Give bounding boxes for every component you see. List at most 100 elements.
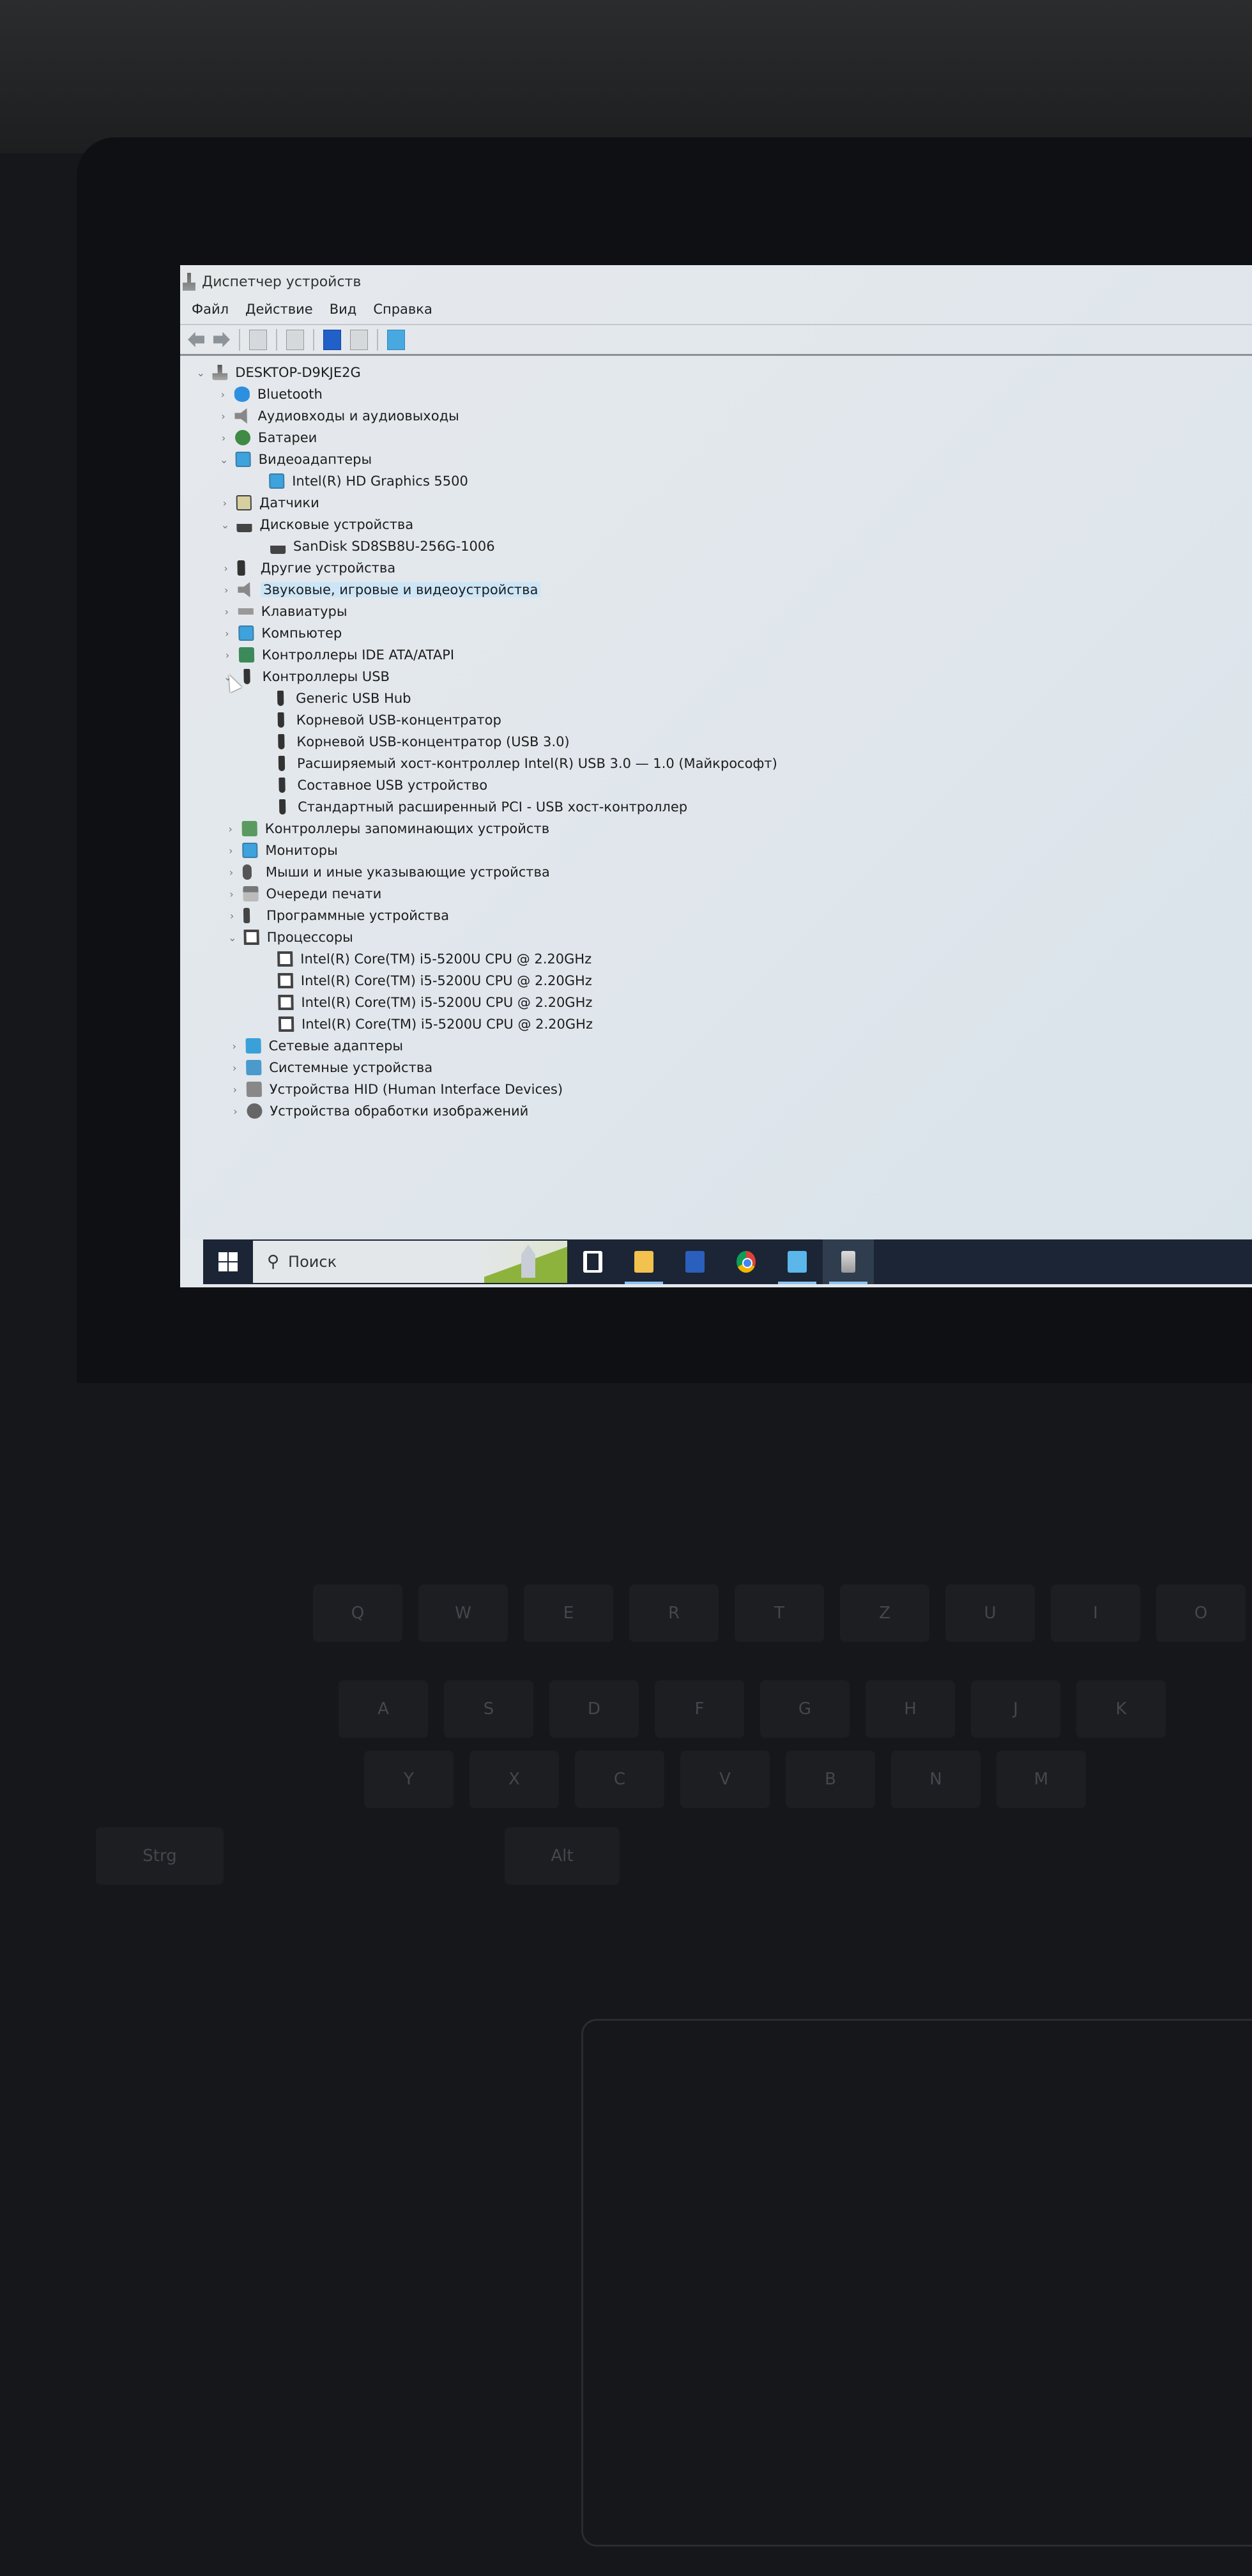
- chevron-right-icon[interactable]: ›: [228, 1062, 241, 1074]
- tree-category[interactable]: › Другие устройства: [219, 558, 395, 578]
- audio-icon: [234, 408, 250, 424]
- tree-category[interactable]: › Контроллеры IDE ATA/ATAPI: [221, 645, 455, 665]
- chevron-right-icon[interactable]: ›: [225, 888, 238, 900]
- back-arrow-icon[interactable]: [188, 332, 204, 348]
- tree-item-label: Составное USB устройство: [297, 778, 488, 793]
- tree-category[interactable]: › Компьютер: [220, 623, 342, 643]
- search-icon: ⚲: [267, 1252, 280, 1271]
- keyboard-key: F: [655, 1680, 744, 1738]
- tree-device[interactable]: Составное USB устройство: [248, 775, 487, 795]
- chevron-down-icon[interactable]: ⌄: [218, 519, 231, 531]
- tree-device[interactable]: Intel(R) Core(TM) i5-5200U CPU @ 2.20GHz: [252, 992, 593, 1013]
- chevron-down-icon[interactable]: ⌄: [226, 931, 239, 944]
- chevron-right-icon[interactable]: ›: [229, 1084, 241, 1096]
- tree-device[interactable]: Корневой USB-концентратор: [247, 710, 501, 730]
- tree-category[interactable]: › Очереди печати: [225, 884, 381, 904]
- tree-category[interactable]: ⌄ Контроллеры USB: [221, 666, 390, 687]
- chevron-right-icon[interactable]: ›: [220, 584, 233, 596]
- properties-icon[interactable]: [286, 329, 304, 350]
- chevron-right-icon[interactable]: ›: [225, 866, 238, 878]
- tree-category[interactable]: › Батареи: [217, 427, 317, 448]
- taskbar: ⚲ Поиск: [203, 1239, 1252, 1284]
- keyboard-key: Z: [840, 1584, 929, 1642]
- tree-category[interactable]: ⌄ Видеоадаптеры: [217, 449, 372, 470]
- taskbar-task-view-button[interactable]: [567, 1239, 618, 1284]
- tree-category[interactable]: › Мониторы: [224, 840, 338, 861]
- tree-device[interactable]: Стандартный расширенный PCI - USB хост-к…: [249, 797, 687, 817]
- scan-hardware-icon[interactable]: [387, 329, 405, 350]
- tree-device[interactable]: Generic USB Hub: [247, 688, 411, 709]
- usb-icon: [279, 799, 286, 815]
- keyboard-key: Q: [313, 1584, 402, 1642]
- taskbar-device-manager-button[interactable]: [823, 1239, 874, 1284]
- chevron-right-icon[interactable]: ›: [224, 845, 237, 857]
- menu-action[interactable]: Действие: [245, 302, 313, 317]
- tree-category[interactable]: › Звуковые, игровые и видеоустройства: [220, 579, 541, 600]
- tree-item-label: DESKTOP-D9KJE2G: [235, 365, 361, 380]
- keyboard-key: W: [418, 1584, 508, 1642]
- tree-item-label: Клавиатуры: [261, 604, 347, 619]
- network-icon: [245, 1038, 261, 1054]
- taskbar-control-panel-button[interactable]: [772, 1239, 823, 1284]
- system-icon: [246, 1060, 262, 1075]
- tree-device[interactable]: Intel(R) HD Graphics 5500: [243, 471, 468, 491]
- action-pane-icon[interactable]: [350, 329, 368, 350]
- chevron-right-icon[interactable]: ›: [217, 410, 229, 422]
- tree-category[interactable]: › Датчики: [218, 493, 319, 513]
- tree-root[interactable]: ⌄ DESKTOP-D9KJE2G: [194, 362, 361, 383]
- chevron-right-icon[interactable]: ›: [217, 388, 229, 401]
- tree-category[interactable]: › Bluetooth: [217, 384, 323, 404]
- help-icon[interactable]: [323, 329, 341, 350]
- device-manager-window: Диспетчер устройств Файл Действие Вид Сп…: [180, 265, 1252, 1239]
- tree-category[interactable]: › Системные устройства: [228, 1057, 432, 1078]
- tree-item-label: Generic USB Hub: [295, 691, 411, 706]
- tree-device[interactable]: Intel(R) Core(TM) i5-5200U CPU @ 2.20GHz: [253, 1014, 593, 1034]
- tree-device[interactable]: SanDisk SD8SB8U-256G-1006: [245, 536, 495, 556]
- tree-category[interactable]: › Мыши и иные указывающие устройства: [225, 862, 550, 882]
- keyboard-key: T: [735, 1584, 824, 1642]
- forward-arrow-icon[interactable]: [213, 330, 230, 349]
- tree-device[interactable]: Расширяемый хост-контроллер Intel(R) USB…: [248, 753, 777, 774]
- chevron-right-icon[interactable]: ›: [220, 606, 233, 618]
- taskbar-chrome-button[interactable]: [721, 1239, 772, 1284]
- tree-category[interactable]: › Клавиатуры: [220, 601, 347, 622]
- tree-category[interactable]: › Аудиовходы и аудиовыходы: [217, 406, 459, 426]
- tree-category[interactable]: › Устройства HID (Human Interface Devices…: [229, 1079, 563, 1100]
- keyboard-key: R: [629, 1584, 719, 1642]
- chevron-right-icon[interactable]: ›: [224, 823, 237, 835]
- menu-view[interactable]: Вид: [330, 302, 357, 317]
- tree-category[interactable]: ⌄ Процессоры: [225, 927, 353, 947]
- chevron-right-icon[interactable]: ›: [218, 497, 231, 509]
- tree-device[interactable]: Intel(R) Core(TM) i5-5200U CPU @ 2.20GHz: [252, 949, 592, 969]
- chevron-right-icon[interactable]: ›: [229, 1105, 241, 1117]
- tree-category[interactable]: › Сетевые адаптеры: [227, 1036, 403, 1056]
- tree-device[interactable]: Intel(R) Core(TM) i5-5200U CPU @ 2.20GHz: [252, 970, 592, 991]
- chevron-right-icon[interactable]: ›: [228, 1040, 241, 1052]
- tree-item-label: Датчики: [259, 495, 319, 510]
- search-box[interactable]: ⚲ Поиск: [253, 1241, 567, 1283]
- taskbar-file-explorer-button[interactable]: [618, 1239, 669, 1284]
- tree-category[interactable]: ⌄ Дисковые устройства: [218, 514, 413, 535]
- tree-category[interactable]: › Контроллеры запоминающих устройств: [224, 818, 549, 839]
- computer-icon: [212, 365, 227, 380]
- chevron-right-icon[interactable]: ›: [220, 627, 233, 640]
- chevron-right-icon[interactable]: ›: [221, 649, 234, 661]
- chevron-down-icon[interactable]: ⌄: [194, 367, 207, 379]
- start-button[interactable]: [203, 1239, 253, 1284]
- tree-item-label: Устройства обработки изображений: [270, 1103, 529, 1119]
- chevron-right-icon[interactable]: ›: [225, 910, 238, 922]
- taskbar-word-button[interactable]: [669, 1239, 721, 1284]
- keyboard-key: Strg: [96, 1827, 224, 1885]
- tree-device[interactable]: Корневой USB-концентратор (USB 3.0): [248, 732, 570, 752]
- show-hide-console-tree-icon[interactable]: [249, 329, 267, 350]
- tree-category[interactable]: › Программные устройства: [225, 905, 449, 926]
- menu-help[interactable]: Справка: [373, 302, 432, 317]
- chevron-right-icon[interactable]: ›: [219, 562, 232, 574]
- menu-file[interactable]: Файл: [192, 302, 229, 317]
- chevron-right-icon[interactable]: ›: [217, 432, 230, 444]
- tree-item-label: Intel(R) Core(TM) i5-5200U CPU @ 2.20GHz: [300, 951, 592, 967]
- tree-category[interactable]: › Устройства обработки изображений: [229, 1101, 528, 1121]
- disk-icon: [270, 539, 286, 554]
- taskbar-apps: [567, 1239, 874, 1284]
- chevron-down-icon[interactable]: ⌄: [217, 454, 230, 466]
